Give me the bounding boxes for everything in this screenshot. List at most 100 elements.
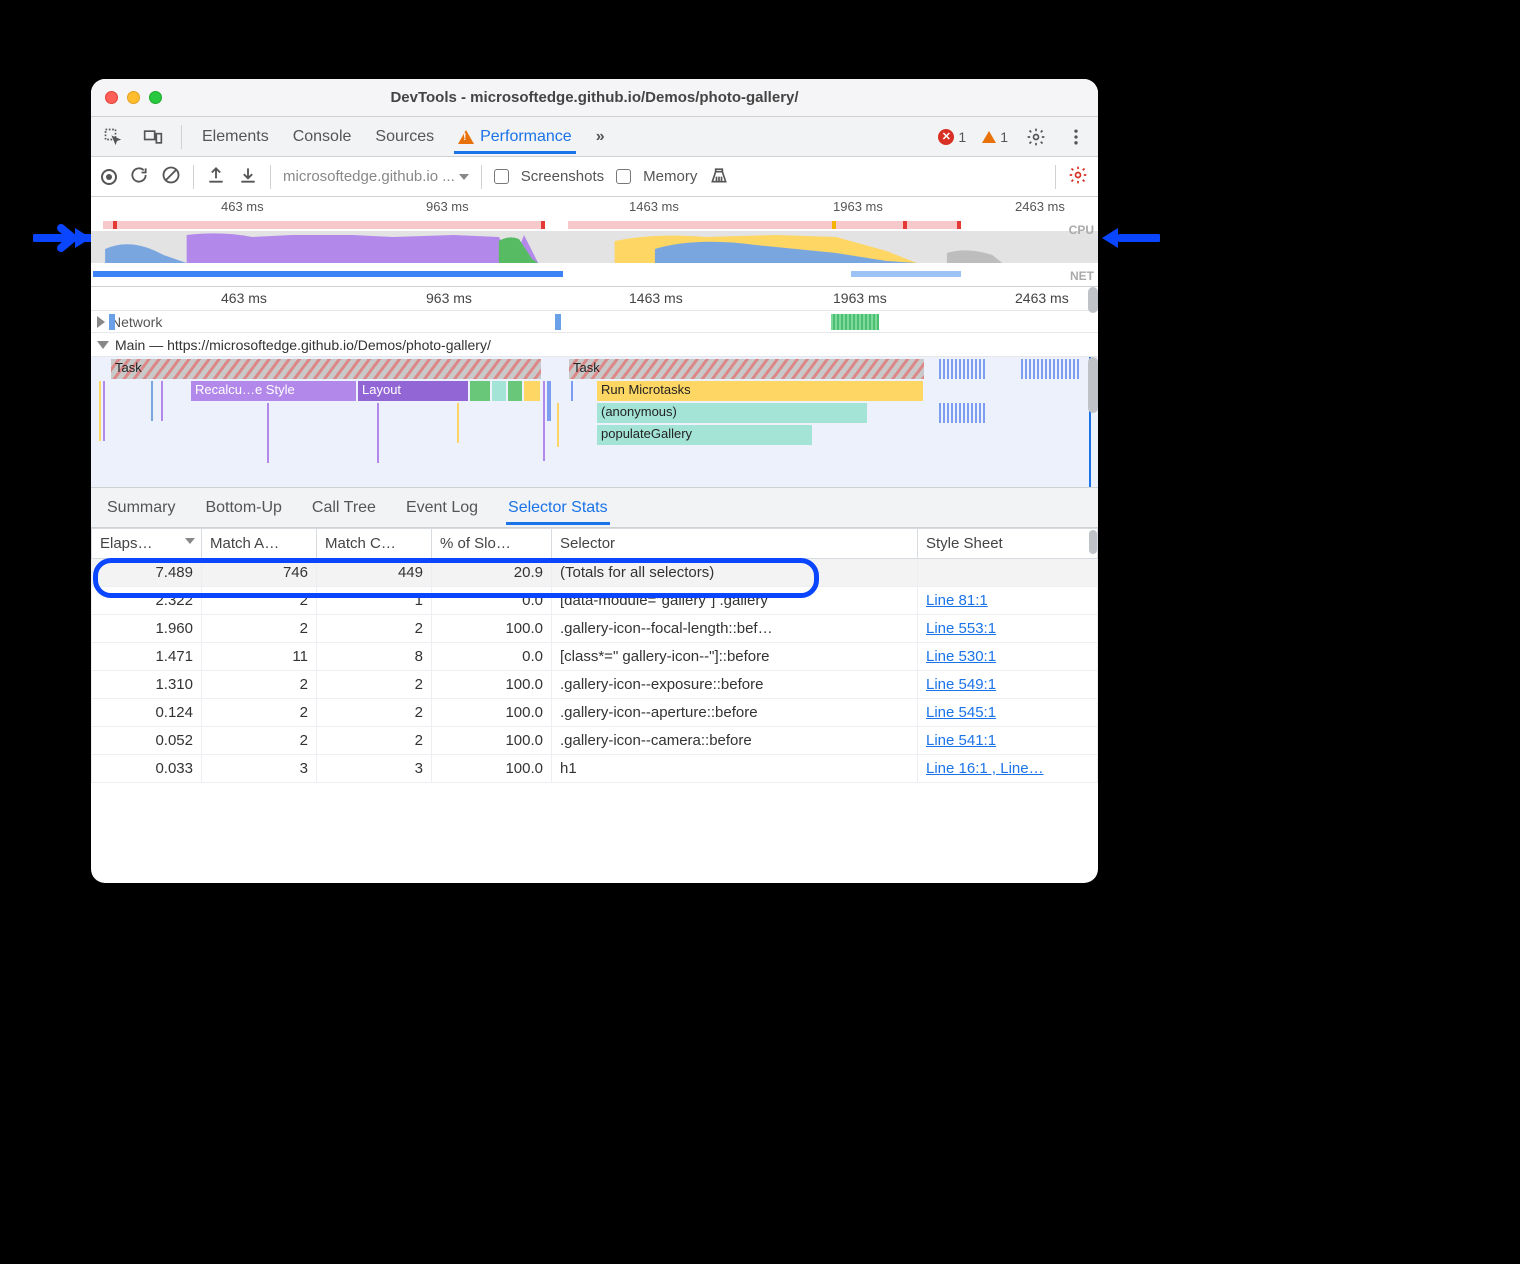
main-track-header[interactable]: Main — https://microsoftedge.github.io/D… <box>91 333 1098 357</box>
col-elapsed[interactable]: Elaps… <box>92 529 202 559</box>
stylesheet-link[interactable]: Line 16:1 , Line… <box>926 760 1044 777</box>
col-stylesheet[interactable]: Style Sheet <box>918 529 1098 559</box>
col-match-a[interactable]: Match A… <box>202 529 317 559</box>
flamechart[interactable]: Task Task Recalcu…e Style Layout Run Mic… <box>91 357 1098 487</box>
col-pct-slow[interactable]: % of Slo… <box>432 529 552 559</box>
device-toggle-icon[interactable] <box>141 125 165 149</box>
table-cell: 100.0 <box>432 615 552 643</box>
flame-bar[interactable] <box>492 381 506 401</box>
reload-button[interactable] <box>129 165 149 189</box>
tick: 1963 ms <box>833 199 883 214</box>
table-cell: Line 16:1 , Line… <box>918 755 1098 783</box>
main-label: Main — https://microsoftedge.github.io/D… <box>115 337 491 353</box>
chevron-down-icon <box>459 174 469 180</box>
settings-icon[interactable] <box>1024 125 1048 149</box>
memory-checkbox[interactable] <box>616 169 631 184</box>
stylesheet-link[interactable]: Line 541:1 <box>926 732 996 749</box>
table-cell: 0.0 <box>432 587 552 615</box>
expand-icon[interactable] <box>97 316 105 328</box>
titlebar: DevTools - microsoftedge.github.io/Demos… <box>91 79 1098 117</box>
tick: 2463 ms <box>1015 290 1069 306</box>
stylesheet-link[interactable]: Line 549:1 <box>926 676 996 693</box>
capture-settings-icon[interactable] <box>1068 165 1088 189</box>
gc-icon[interactable] <box>709 165 729 189</box>
flame-bar[interactable] <box>524 381 540 401</box>
table-row[interactable]: 0.12422100.0.gallery-icon--aperture::bef… <box>92 699 1098 727</box>
col-selector[interactable]: Selector <box>552 529 918 559</box>
net-label: NET <box>1070 269 1094 283</box>
tick: 1963 ms <box>833 290 887 306</box>
tab-selector-stats[interactable]: Selector Stats <box>506 491 610 525</box>
tab-console[interactable]: Console <box>289 120 356 154</box>
table-cell: .gallery-icon--focal-length::bef… <box>552 615 918 643</box>
network-track[interactable]: Network <box>91 311 1098 333</box>
table-cell: 7.489 <box>92 559 202 587</box>
table-row[interactable]: 0.05222100.0.gallery-icon--camera::befor… <box>92 727 1098 755</box>
stylesheet-link[interactable]: Line 545:1 <box>926 704 996 721</box>
flame-bar[interactable] <box>508 381 522 401</box>
tab-event-log[interactable]: Event Log <box>404 491 480 525</box>
overview-body <box>91 217 1098 267</box>
screenshots-checkbox[interactable] <box>494 169 509 184</box>
flame-populate-gallery[interactable]: populateGallery <box>597 425 812 445</box>
flame-anonymous[interactable]: (anonymous) <box>597 403 867 423</box>
close-button[interactable] <box>105 91 118 104</box>
detail-tabs: Summary Bottom-Up Call Tree Event Log Se… <box>91 488 1098 528</box>
tab-sources[interactable]: Sources <box>371 120 438 154</box>
clear-button[interactable] <box>161 165 181 189</box>
table-row[interactable]: 0.03333100.0h1Line 16:1 , Line… <box>92 755 1098 783</box>
tab-call-tree[interactable]: Call Tree <box>310 491 378 525</box>
site-selector-label: microsoftedge.github.io ... <box>283 168 455 185</box>
flame-bar[interactable] <box>470 381 490 401</box>
table-scrollbar[interactable] <box>1089 530 1097 554</box>
upload-icon[interactable] <box>206 165 226 189</box>
table-row[interactable]: 2.322210.0[data-module="gallery"] .galle… <box>92 587 1098 615</box>
minimize-button[interactable] <box>127 91 140 104</box>
flame-task[interactable]: Task <box>569 359 924 379</box>
flame-recalc-style[interactable]: Recalcu…e Style <box>191 381 356 401</box>
tab-summary[interactable]: Summary <box>105 491 177 525</box>
divider <box>181 125 182 149</box>
download-icon[interactable] <box>238 165 258 189</box>
warnings-badge[interactable]: 1 <box>982 129 1008 145</box>
tab-elements[interactable]: Elements <box>198 120 273 154</box>
net-row <box>91 271 1098 281</box>
tab-performance[interactable]: Performance <box>454 120 576 154</box>
table-cell: Line 553:1 <box>918 615 1098 643</box>
kebab-icon[interactable] <box>1064 125 1088 149</box>
stylesheet-link[interactable]: Line 530:1 <box>926 648 996 665</box>
table-cell <box>918 559 1098 587</box>
flamechart-pane[interactable]: 463 ms 963 ms 1463 ms 1963 ms 2463 ms Ne… <box>91 287 1098 488</box>
table-cell: .gallery-icon--aperture::before <box>552 699 918 727</box>
annotation-arrow-left <box>33 218 93 258</box>
stylesheet-link[interactable]: Line 553:1 <box>926 620 996 637</box>
table-cell: 3 <box>317 755 432 783</box>
table-row[interactable]: 1.31022100.0.gallery-icon--exposure::bef… <box>92 671 1098 699</box>
table-row[interactable]: 1.4711180.0[class*=" gallery-icon--"]::b… <box>92 643 1098 671</box>
flame-run-microtasks[interactable]: Run Microtasks <box>597 381 923 401</box>
flame-layout[interactable]: Layout <box>358 381 468 401</box>
inspect-icon[interactable] <box>101 125 125 149</box>
tab-bottom-up[interactable]: Bottom-Up <box>203 491 283 525</box>
cpu-graph <box>91 231 1098 263</box>
flame-task[interactable]: Task <box>111 359 541 379</box>
stylesheet-link[interactable]: Line 81:1 <box>926 592 988 609</box>
overview-ticks: 463 ms 963 ms 1463 ms 1963 ms 2463 ms <box>91 197 1098 217</box>
flame-scrollbar[interactable] <box>1088 287 1098 487</box>
tick: 2463 ms <box>1015 199 1065 214</box>
record-button[interactable] <box>101 169 117 185</box>
site-selector[interactable]: microsoftedge.github.io ... <box>283 168 469 185</box>
errors-badge[interactable]: ✕ 1 <box>938 129 966 145</box>
collapse-icon[interactable] <box>97 341 109 349</box>
table-row[interactable]: 7.48974644920.9(Totals for all selectors… <box>92 559 1098 587</box>
table-body: 7.48974644920.9(Totals for all selectors… <box>92 559 1098 783</box>
devtools-window: DevTools - microsoftedge.github.io/Demos… <box>91 79 1098 883</box>
timeline-overview[interactable]: 463 ms 963 ms 1463 ms 1963 ms 2463 ms <box>91 197 1098 287</box>
zoom-button[interactable] <box>149 91 162 104</box>
table-cell: 1 <box>317 587 432 615</box>
memory-label: Memory <box>643 168 697 185</box>
table-cell: 100.0 <box>432 699 552 727</box>
col-match-c[interactable]: Match C… <box>317 529 432 559</box>
table-row[interactable]: 1.96022100.0.gallery-icon--focal-length:… <box>92 615 1098 643</box>
tab-more[interactable]: » <box>592 120 609 154</box>
